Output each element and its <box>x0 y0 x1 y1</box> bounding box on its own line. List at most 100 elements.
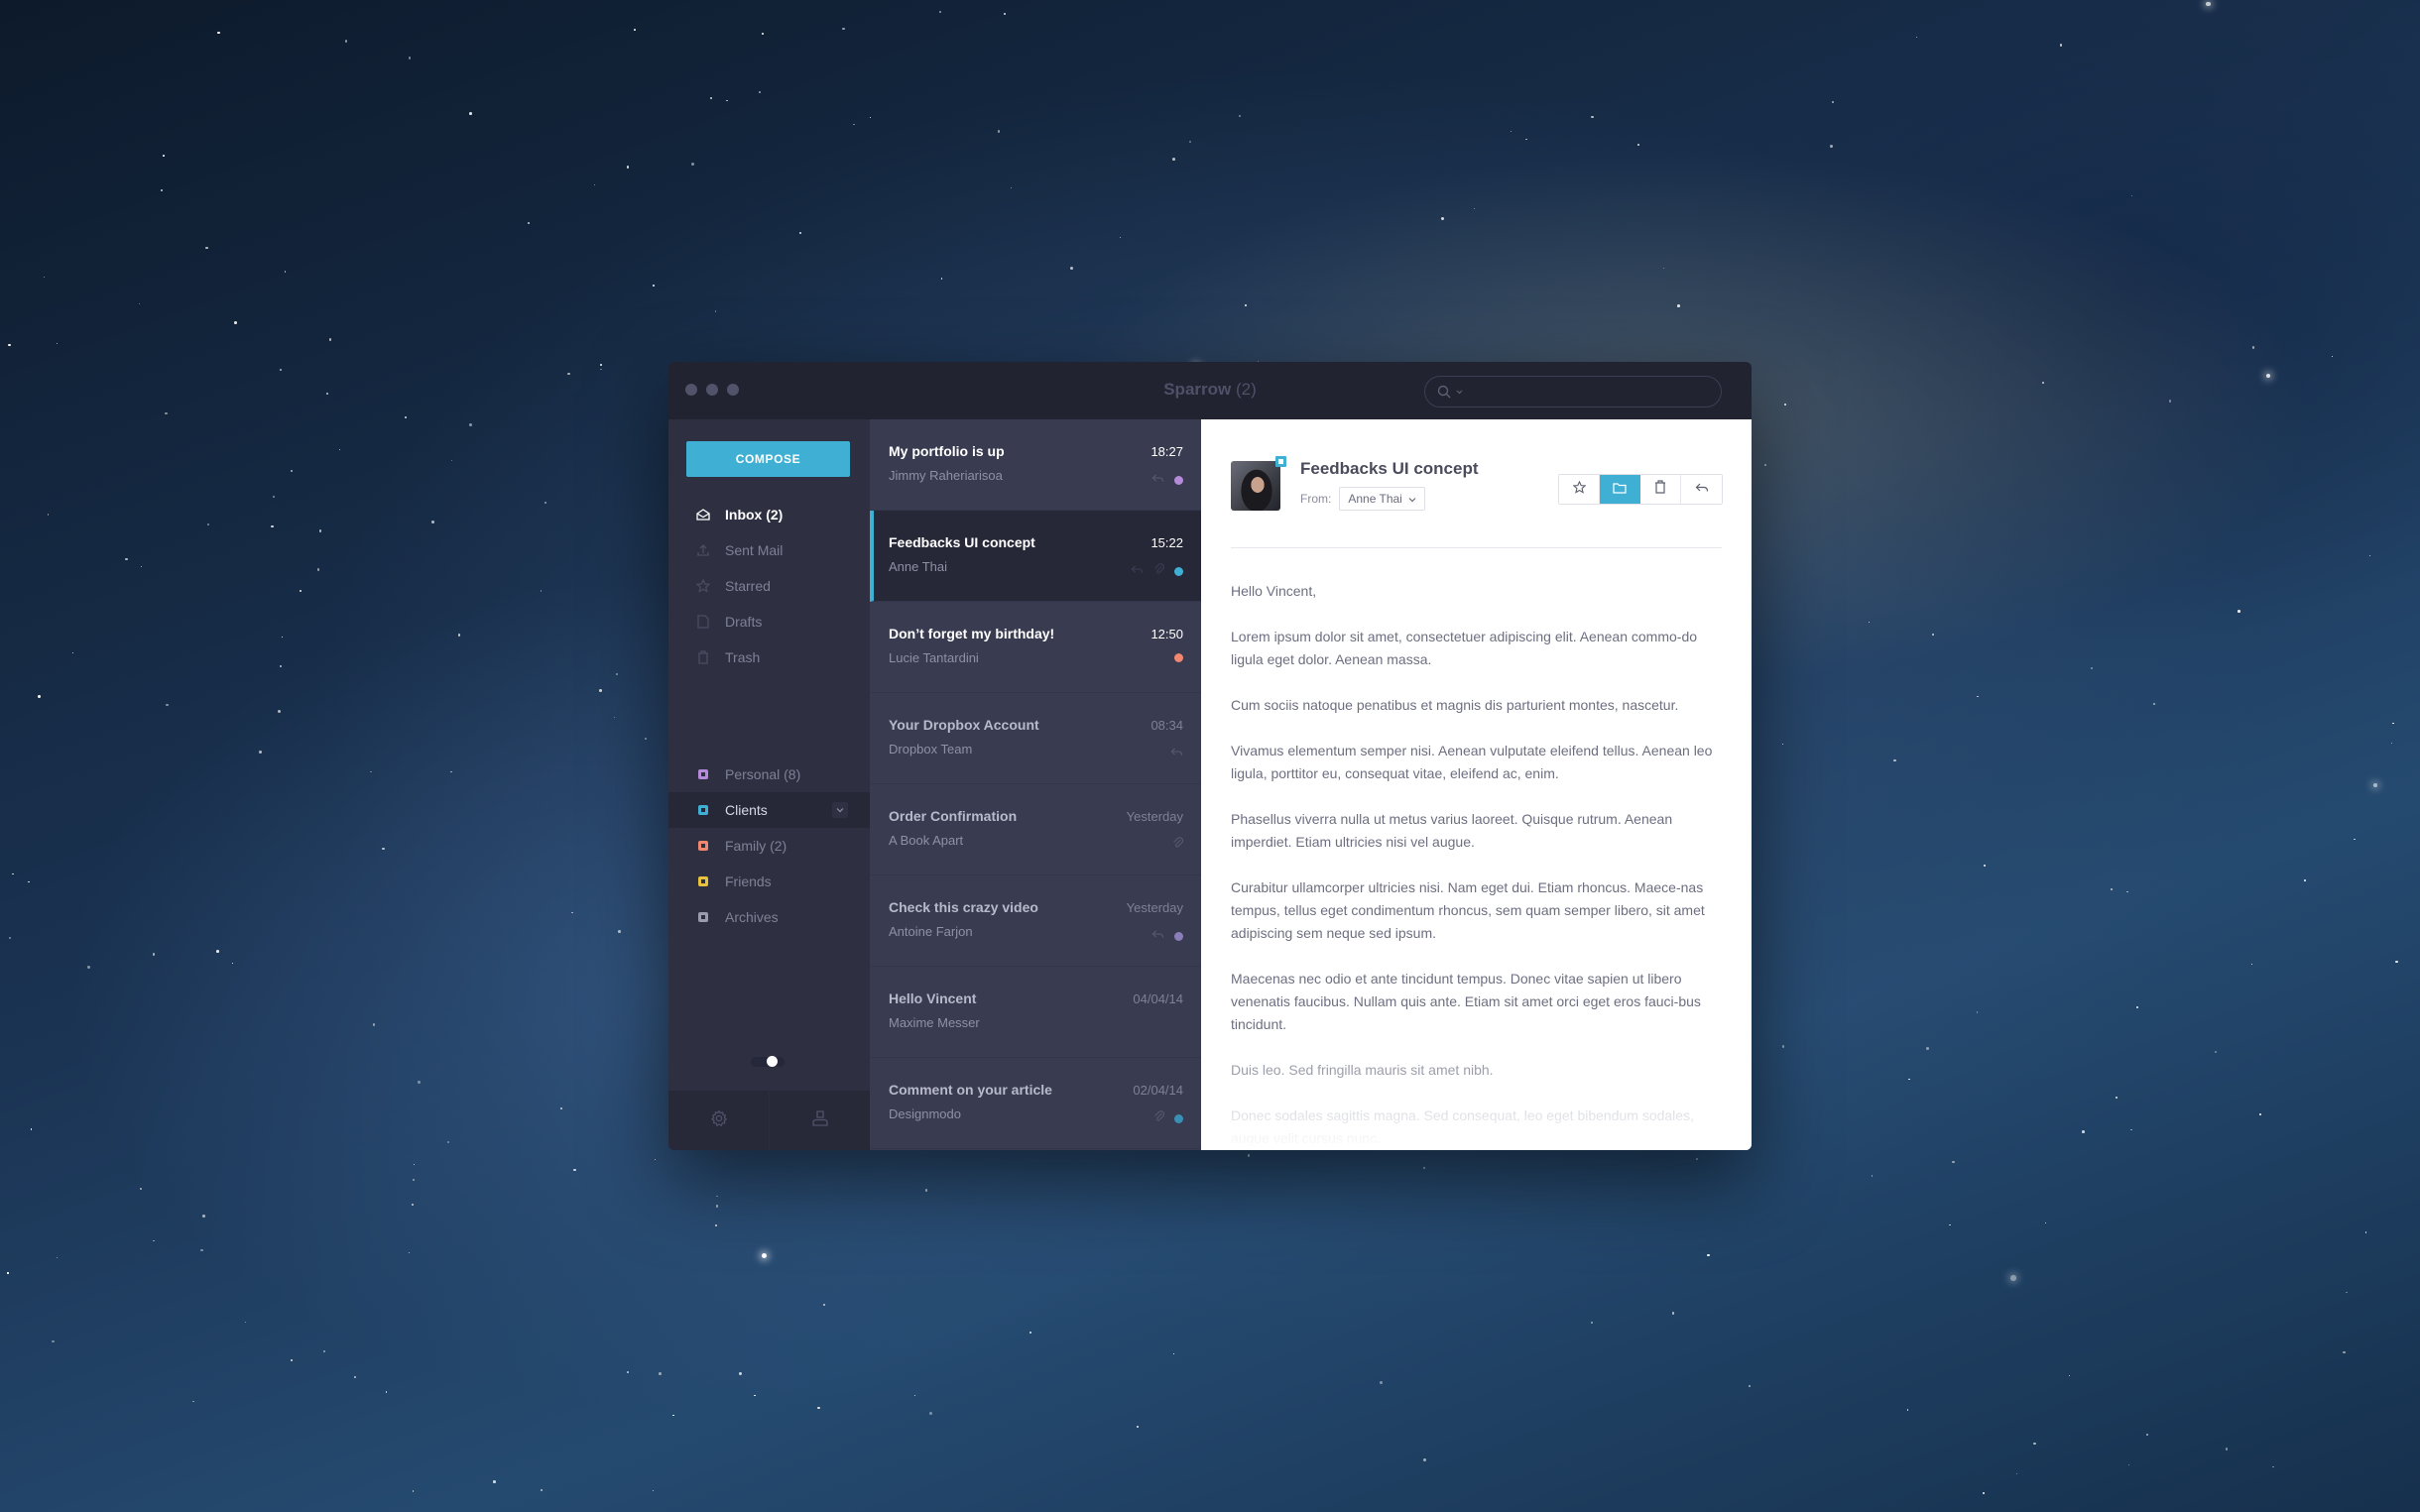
star-dot <box>2090 666 2093 669</box>
message-list-item[interactable]: Hello Vincent 04/04/14 Maxime Messer <box>870 967 1201 1058</box>
label-color-icon <box>698 912 708 922</box>
sidebar-item-inbox[interactable]: Inbox (2) <box>668 497 870 532</box>
star-dot <box>370 770 372 773</box>
star-dot <box>300 590 302 593</box>
attachment-icon <box>1172 836 1184 854</box>
star-dot <box>1949 1223 1951 1226</box>
message-sender: Lucie Tantardini <box>889 650 979 665</box>
delete-button[interactable] <box>1640 475 1681 504</box>
star-dot <box>644 737 647 740</box>
star-dot <box>152 953 155 956</box>
message-list-item[interactable]: Check this crazy video Yesterday Antoine F… <box>870 875 1201 967</box>
message-list-item[interactable]: Order Confirmation Yesterday A Book Apart <box>870 784 1201 875</box>
star-dot <box>618 930 621 933</box>
message-list: My portfolio is up 18:27 Jimmy Raheriariso… <box>870 419 1201 1150</box>
sidebar-item-drafts[interactable]: Drafts <box>668 604 870 640</box>
star-dot <box>162 155 165 157</box>
star-dot <box>2331 355 2334 358</box>
star-dot <box>2266 373 2271 378</box>
star-dot <box>323 1350 326 1353</box>
star-dot <box>12 872 14 874</box>
star-dot <box>759 91 761 93</box>
move-to-folder-button[interactable] <box>1600 475 1640 504</box>
star-dot <box>1915 37 1917 39</box>
sidebar-item-label: Drafts <box>725 614 763 630</box>
star-dot <box>373 1023 376 1026</box>
star-dot <box>1422 1167 1425 1170</box>
message-list-item[interactable]: Comment on your article 02/04/14 Designmod… <box>870 1058 1201 1149</box>
star-dot <box>1893 758 1896 762</box>
star-dot <box>405 416 407 418</box>
star-dot <box>56 342 58 344</box>
message-list-item[interactable]: Feedbacks UI concept 15:22 Anne Thai <box>870 511 1201 602</box>
sidebar-item-clients[interactable]: Clients <box>668 792 870 828</box>
compose-button[interactable]: COMPOSE <box>686 441 850 477</box>
sidebar-footer <box>668 1091 870 1150</box>
star-dot <box>1783 403 1787 407</box>
star-dot <box>2059 44 2063 47</box>
star-dot <box>271 525 274 528</box>
message-list-item[interactable]: Your Dropbox Account 08:34 Dropbox Team <box>870 693 1201 784</box>
star-dot <box>2009 1274 2016 1281</box>
star-dot <box>869 116 872 119</box>
star-icon <box>1572 480 1586 499</box>
star-dot <box>409 1252 411 1254</box>
star-dot <box>1441 216 1445 220</box>
sidebar-item-archives[interactable]: Archives <box>668 899 870 935</box>
sidebar-item-personal[interactable]: Personal (8) <box>668 756 870 792</box>
label-color-icon <box>698 805 708 815</box>
sidebar-item-trash[interactable]: Trash <box>668 640 870 675</box>
sidebar-item-friends[interactable]: Friends <box>668 864 870 899</box>
sidebar-item-starred[interactable]: Starred <box>668 568 870 604</box>
star-dot <box>573 1169 576 1172</box>
star-button[interactable] <box>1559 475 1600 504</box>
star-dot <box>540 589 543 592</box>
upload-icon <box>696 543 710 557</box>
star-dot <box>2395 960 2398 963</box>
star-dot <box>928 1412 932 1416</box>
sidebar: COMPOSE Inbox (2) Sent Mail Starred Draf… <box>668 419 870 1150</box>
star-dot <box>1591 115 1594 119</box>
message-list-item[interactable]: My portfolio is up 18:27 Jimmy Raheriariso… <box>870 419 1201 511</box>
message-sender: Dropbox Team <box>889 742 973 756</box>
account-button[interactable] <box>770 1091 870 1150</box>
toggle-knob <box>767 1056 778 1067</box>
star-dot <box>202 1214 206 1218</box>
star-dot <box>408 57 412 59</box>
star-dot <box>653 1489 655 1491</box>
star-dot <box>318 528 322 532</box>
star-dot <box>316 568 319 571</box>
app-name: Sparrow <box>1163 380 1232 399</box>
sidebar-item-sent-mail[interactable]: Sent Mail <box>668 532 870 568</box>
star-dot <box>280 665 283 668</box>
star-dot <box>762 32 765 35</box>
message-status-icons <box>1131 562 1183 580</box>
message-list-item[interactable]: Don’t forget my birthday! 12:50 Lucie Tant… <box>870 602 1201 693</box>
search-box[interactable] <box>1424 376 1722 407</box>
reply-icon <box>1695 481 1709 499</box>
star-dot <box>277 709 281 713</box>
sidebar-item-family[interactable]: Family (2) <box>668 828 870 864</box>
message-subject: Your Dropbox Account <box>889 717 1039 733</box>
star-dot <box>822 1304 825 1307</box>
search-input[interactable] <box>1468 377 1721 407</box>
reply-button[interactable] <box>1681 475 1722 504</box>
star-dot <box>233 320 237 324</box>
star-dot <box>1781 744 1784 746</box>
star-dot <box>1662 267 1665 269</box>
search-options-chevron-icon[interactable] <box>1455 388 1464 397</box>
chevron-down-icon[interactable] <box>832 802 848 818</box>
star-dot <box>528 221 531 225</box>
from-dropdown[interactable]: Anne Thai <box>1339 487 1425 511</box>
message-status-icons <box>1174 653 1183 662</box>
star-dot <box>2259 1112 2262 1115</box>
body-paragraph: Cum sociis natoque penatibus et magnis d… <box>1231 697 1679 713</box>
settings-button[interactable] <box>668 1091 770 1150</box>
trash-icon <box>1654 480 1666 499</box>
reading-pane: Feedbacks UI concept From: Anne Thai Hel… <box>1201 419 1752 1150</box>
sidebar-toggle-switch[interactable] <box>751 1056 785 1067</box>
star-dot <box>2111 887 2114 890</box>
star-dot <box>259 751 263 754</box>
star-dot <box>652 284 655 287</box>
label-dot-icon <box>1174 653 1183 662</box>
